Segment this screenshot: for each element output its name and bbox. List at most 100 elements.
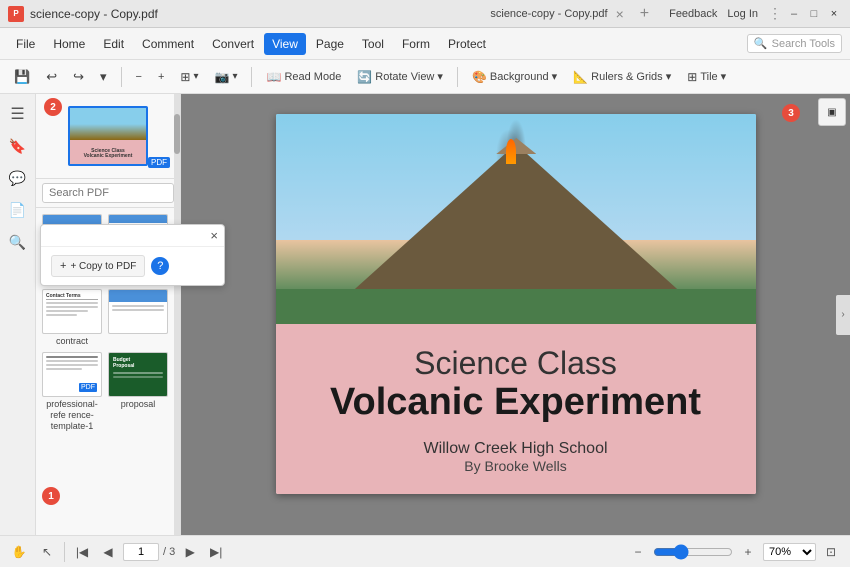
template-label-contract: contract [56, 336, 88, 347]
list-item[interactable] [108, 289, 168, 347]
template-label-proposal: proposal [121, 399, 156, 410]
menu-home[interactable]: Home [45, 33, 93, 55]
search-icon: 🔍 [754, 37, 768, 50]
menu-view[interactable]: View [264, 33, 306, 55]
toolbar-redo[interactable]: ↪ [67, 66, 90, 88]
zoom-out-status-btn[interactable]: − [627, 541, 649, 563]
first-page-btn[interactable]: |◀ [71, 541, 93, 563]
list-item[interactable]: Contact Terms contract [42, 289, 102, 347]
toolbar-layout[interactable]: ⊞ ▾ [174, 67, 204, 87]
zoom-fit-btn[interactable]: ⊡ [820, 541, 842, 563]
maximize-btn[interactable]: □ [806, 6, 822, 22]
page-navigation: |◀ ◀ / 3 ▶ ▶| [71, 541, 227, 563]
badge-2: 2 [44, 98, 62, 116]
menu-form[interactable]: Form [394, 33, 438, 55]
cursor-tool-btn[interactable]: ↖ [36, 541, 58, 563]
menu-protect[interactable]: Protect [440, 33, 494, 55]
zoom-in-btn[interactable]: + [152, 68, 170, 86]
copy-popup-header: × [41, 225, 224, 247]
pdf-school: Willow Creek High School [296, 440, 736, 458]
toolbar-snapshot[interactable]: 📷 ▾ [209, 67, 244, 87]
rotate-view-label: Rotate View ▾ [375, 70, 443, 83]
hand-tool-btn[interactable]: ✋ [8, 541, 30, 563]
read-mode-btn[interactable]: 📖 Read Mode [260, 67, 347, 87]
copy-to-pdf-popup: × + + Copy to PDF ? [40, 224, 225, 286]
feedback-btn[interactable]: Feedback [669, 8, 717, 20]
toolbar-undo[interactable]: ↩ [40, 66, 63, 88]
plus-icon: + [158, 71, 164, 83]
sidebar-scroll-thumb[interactable] [174, 114, 180, 154]
menu-convert[interactable]: Convert [204, 33, 262, 55]
page-thumb-img: Science ClassVolcanic Experiment [68, 106, 148, 166]
thumb-hero-section [70, 108, 146, 140]
badge-3: 3 [782, 104, 800, 122]
sidebar-expand-icon[interactable]: ☰ [6, 102, 30, 126]
tab-label: science-copy - Copy.pdf [490, 8, 607, 20]
toolbar-more[interactable]: ▾ [94, 66, 113, 88]
sidebar-comment-icon[interactable]: 💬 [6, 166, 30, 190]
zoom-select[interactable]: 70% 50% 100% 150% 200% [763, 543, 816, 561]
search-tools-box[interactable]: 🔍 Search Tools [747, 34, 842, 53]
minimize-btn[interactable]: – [786, 6, 802, 22]
zoom-in-status-btn[interactable]: + [737, 541, 759, 563]
app-icon: P [8, 6, 24, 22]
zoom-slider[interactable] [653, 544, 733, 560]
pdf-hero-image [276, 114, 756, 324]
login-btn[interactable]: Log In [727, 8, 758, 20]
menu-comment[interactable]: Comment [134, 33, 202, 55]
minus-icon: − [136, 71, 142, 83]
background-btn[interactable]: 🎨 Background ▾ [466, 67, 563, 87]
thumbnail-panel: 2 Science ClassVolcanic Experiment PDF [36, 94, 181, 535]
sidebar-search-icon[interactable]: 🔍 [6, 230, 30, 254]
badge-1: 1 [42, 487, 60, 505]
rotate-view-btn[interactable]: 🔄 Rotate View ▾ [351, 67, 449, 87]
titlebar: P science-copy - Copy.pdf science-copy -… [0, 0, 850, 28]
zoom-controls: − + 70% 50% 100% 150% 200% ⊡ [627, 541, 842, 563]
tile-btn[interactable]: ⊞ Tile ▾ [681, 67, 732, 87]
search-pdf-input[interactable] [42, 183, 174, 203]
rulers-grids-btn[interactable]: 📐 Rulers & Grids ▾ [567, 67, 677, 87]
plus-icon-small: + [60, 260, 66, 272]
sidebar-page-icon[interactable]: 📄 [6, 198, 30, 222]
toolbar-save[interactable]: 💾 [8, 66, 36, 88]
prev-page-btn[interactable]: ◀ [97, 541, 119, 563]
pdf-area: 3 ▣ › [181, 94, 850, 535]
close-btn[interactable]: × [826, 6, 842, 22]
next-page-btn[interactable]: ▶ [179, 541, 201, 563]
menu-page[interactable]: Page [308, 33, 352, 55]
pdf-author: By Brooke Wells [296, 458, 736, 474]
tab-close-icon[interactable]: × [616, 6, 624, 22]
help-icon[interactable]: ? [151, 257, 169, 275]
page-thumb[interactable]: Science ClassVolcanic Experiment [68, 106, 148, 166]
menu-file[interactable]: File [8, 33, 43, 55]
pdf-title-main: Science Class [296, 344, 736, 382]
page-count: / 3 [163, 546, 175, 558]
list-item[interactable]: PDF professional-refe rence-template-1 [42, 352, 102, 431]
menu-tool[interactable]: Tool [354, 33, 392, 55]
copy-popup-close-icon[interactable]: × [210, 229, 218, 242]
toolbar: 💾 ↩ ↪ ▾ − + ⊞ ▾ 📷 ▾ 📖 Read Mode 🔄 Rotate… [0, 60, 850, 94]
search-pdf-area [36, 179, 180, 208]
menu-edit[interactable]: Edit [95, 33, 132, 55]
collapse-right-btn[interactable]: › [836, 295, 850, 335]
pdf-title-sub: Volcanic Experiment [296, 382, 736, 424]
right-panel-toggle[interactable]: ▣ [818, 98, 846, 126]
rulers-grids-label: Rulers & Grids ▾ [591, 70, 671, 83]
menubar: File Home Edit Comment Convert View Page… [0, 28, 850, 60]
sidebar-scrollbar[interactable] [174, 94, 180, 535]
pdf-content-section: Science Class Volcanic Experiment Willow… [276, 324, 756, 494]
sidebar-bookmark-icon[interactable]: 🔖 [6, 134, 30, 158]
panel-icon: ▣ [827, 107, 836, 118]
page-number-input[interactable] [123, 543, 159, 561]
menu-icon[interactable]: ⋮ [768, 5, 782, 22]
last-page-btn[interactable]: ▶| [205, 541, 227, 563]
thumb-pink-section: Science ClassVolcanic Experiment [70, 140, 146, 166]
statusbar: ✋ ↖ |◀ ◀ / 3 ▶ ▶| − + 70% 50% 100% 150% … [0, 535, 850, 567]
list-item[interactable]: BudgetProposal proposal [108, 352, 168, 431]
page-thumbnail-area: 2 Science ClassVolcanic Experiment PDF [36, 94, 180, 179]
template-thumb-blank2 [108, 289, 168, 334]
new-tab-icon[interactable]: + [640, 5, 649, 23]
template-thumb-professional: PDF [42, 352, 102, 397]
zoom-out-btn[interactable]: − [130, 68, 148, 86]
copy-to-pdf-btn[interactable]: + + Copy to PDF [51, 255, 145, 277]
